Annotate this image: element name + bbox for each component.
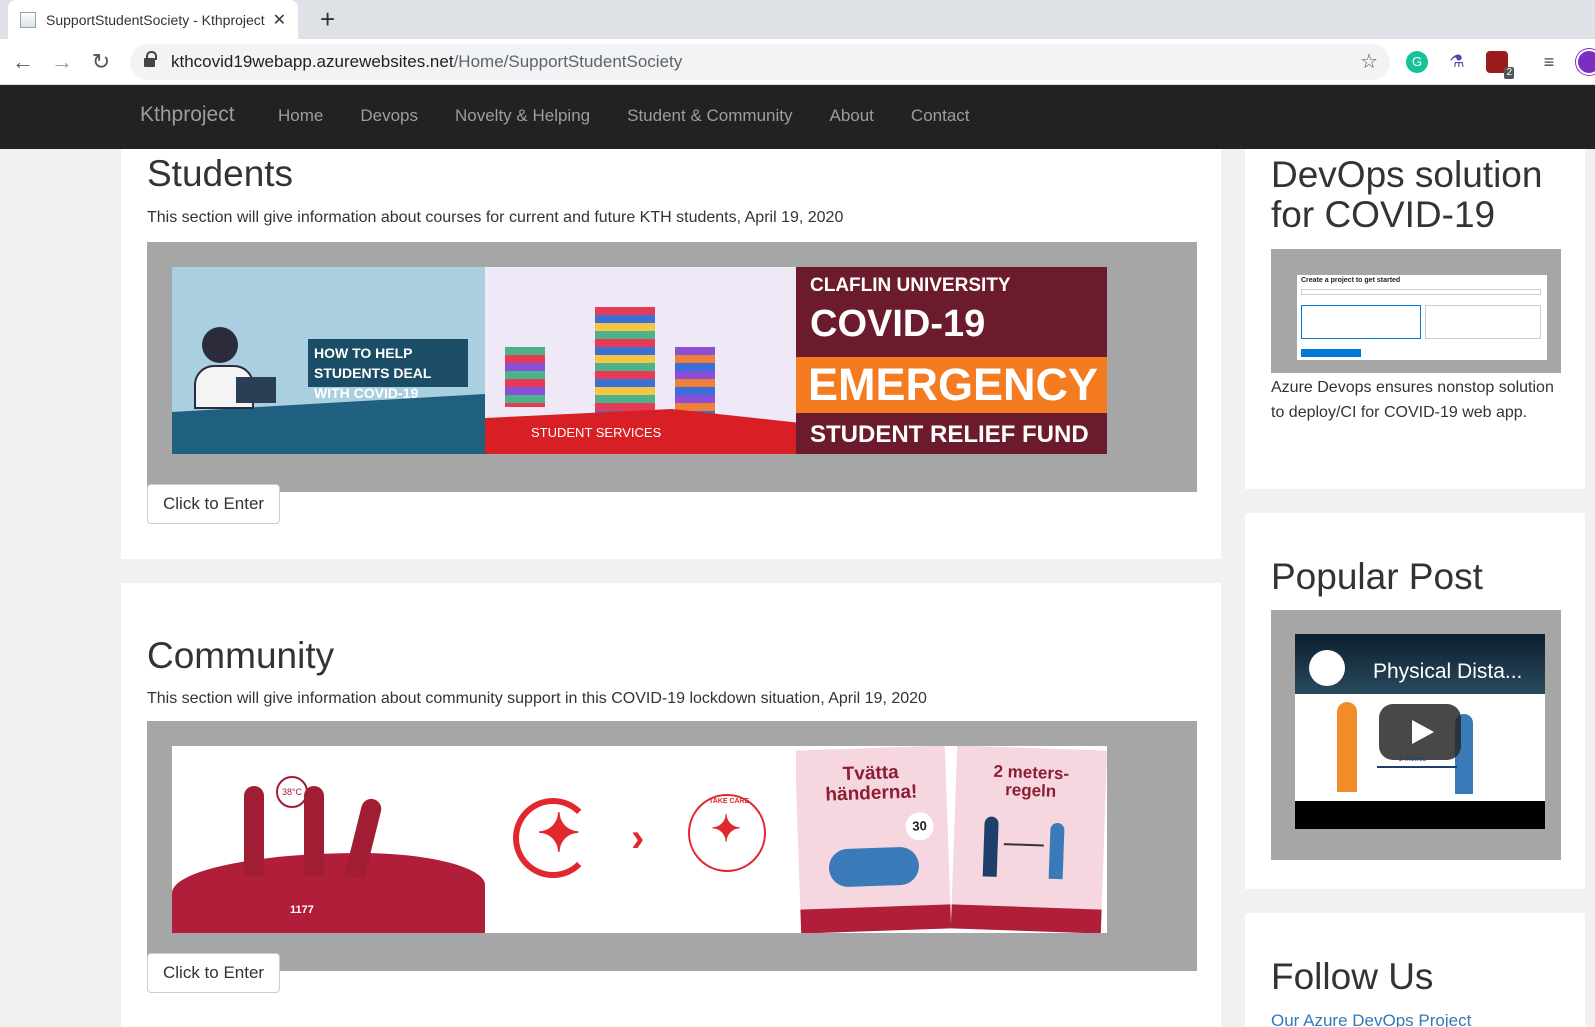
students-image-services-text: STUDENT SERVICES: [531, 425, 662, 440]
students-title: Students: [147, 153, 294, 194]
fever-bubble: 38°C: [276, 776, 308, 808]
new-tab-icon[interactable]: +: [320, 4, 335, 35]
extension-badge: 2: [1504, 67, 1514, 79]
page-favicon-icon: [20, 11, 36, 28]
relief-line4: STUDENT RELIEF FUND: [810, 421, 1089, 448]
lock-icon: [144, 51, 157, 68]
person-figure-left-icon: [1337, 702, 1357, 792]
community-image-posters[interactable]: Tvätta händerna! 30 2 meters-regeln: [796, 746, 1107, 933]
person-figure-icon: [244, 786, 264, 876]
video-title: Physical Dista...: [1373, 660, 1523, 683]
community-image-symptoms[interactable]: 38°C 1177: [172, 746, 485, 933]
nav-contact[interactable]: Contact: [911, 106, 970, 126]
relief-line3: EMERGENCY: [808, 359, 1099, 410]
nav-devops[interactable]: Devops: [360, 106, 418, 126]
nav-novelty-helping[interactable]: Novelty & Helping: [455, 106, 590, 126]
site-navbar: Kthproject Home Devops Novelty & Helping…: [0, 85, 1595, 149]
browser-toolbar: ← → ↻ kthcovid19webapp.azurewebsites.net…: [0, 39, 1595, 85]
community-enter-button[interactable]: Click to Enter: [147, 953, 281, 993]
person-left-icon: [982, 816, 999, 877]
students-image-relief-fund[interactable]: CLAFLIN UNIVERSITY COVID-19 EMERGENCY ST…: [796, 267, 1107, 454]
takecare-text: TAKE CARE: [709, 798, 750, 805]
students-panel: Students This section will give informat…: [121, 149, 1221, 559]
students-enter-button[interactable]: Click to Enter: [147, 484, 281, 524]
reading-list-icon[interactable]: ≡: [1538, 51, 1560, 73]
nav-links: Home Devops Novelty & Helping Student & …: [260, 106, 989, 126]
url-domain: kthcovid19webapp.azurewebsites.net: [171, 52, 454, 71]
community-image-takecare[interactable]: ✦ › TAKE CARE ✦: [485, 746, 796, 933]
url-path: /Home/SupportStudentSociety: [453, 52, 683, 71]
popular-post-title: Popular Post: [1271, 556, 1483, 597]
devops-screenshot[interactable]: Create a project to get started: [1297, 275, 1547, 360]
bookmark-star-icon[interactable]: ☆: [1360, 49, 1378, 74]
reload-icon[interactable]: ↻: [86, 47, 116, 77]
channel-avatar: [1309, 650, 1345, 686]
create-project-button-shot: [1301, 349, 1361, 357]
students-gallery: HOW TO HELP STUDENTS DEAL WITH COVID-19 …: [147, 242, 1197, 492]
community-gallery: 38°C 1177 ✦ › TAKE CARE ✦ Tvätta händern…: [147, 721, 1197, 971]
popular-post-widget: Popular Post Physical Dista... 2 metres: [1245, 513, 1585, 889]
flask-extension-icon[interactable]: ⚗: [1446, 51, 1468, 73]
relief-line1: CLAFLIN UNIVERSITY: [810, 275, 1011, 296]
tab-title: SupportStudentSociety - Kthproject: [46, 11, 265, 28]
relief-line2: COVID-19: [810, 303, 986, 345]
nav-about[interactable]: About: [829, 106, 873, 126]
devops-widget: DevOps solution for COVID-19 Create a pr…: [1245, 149, 1585, 489]
students-image-help[interactable]: HOW TO HELP STUDENTS DEAL WITH COVID-19: [172, 267, 485, 454]
play-button-icon[interactable]: [1379, 704, 1461, 760]
community-description: This section will give information about…: [147, 690, 927, 707]
student-figure-icon: [202, 327, 238, 363]
url-text: kthcovid19webapp.azurewebsites.net/Home/…: [171, 52, 682, 72]
distance-poster: 2 meters-regeln: [950, 746, 1107, 933]
arrow-right-icon: ›: [631, 816, 645, 860]
seconds-badge: 30: [905, 811, 935, 841]
grammarly-extension-icon[interactable]: G: [1406, 51, 1428, 73]
nav-home[interactable]: Home: [278, 106, 323, 126]
address-bar[interactable]: kthcovid19webapp.azurewebsites.net/Home/…: [130, 44, 1390, 80]
devops-title: DevOps solution for COVID-19: [1271, 154, 1543, 235]
devops-screenshot-frame: Create a project to get started: [1271, 249, 1561, 373]
handwash-poster: Tvätta händerna! 30: [796, 746, 952, 933]
handwash-text: Tvätta händerna!: [825, 762, 918, 806]
books-stack-icon: [595, 307, 655, 417]
profile-avatar[interactable]: [1576, 49, 1595, 75]
community-title: Community: [147, 635, 335, 676]
students-image-services[interactable]: STUDENT SERVICES: [485, 267, 796, 454]
video-distance-label: 2 metres: [1399, 756, 1427, 763]
forward-icon[interactable]: →: [47, 47, 77, 77]
video-frame: Physical Dista... 2 metres: [1271, 610, 1561, 860]
follow-us-widget: Follow Us Our Azure DevOps Project: [1245, 913, 1585, 1027]
students-image-help-text: HOW TO HELP STUDENTS DEAL WITH COVID-19: [308, 339, 468, 401]
brand-link[interactable]: Kthproject: [140, 103, 235, 127]
browser-tab[interactable]: SupportStudentSociety - Kthproject ✕: [8, 0, 298, 39]
shield-extension-icon[interactable]: 2: [1486, 51, 1514, 79]
community-panel: Community This section will give informa…: [121, 583, 1221, 1027]
hands-icon: [828, 846, 920, 888]
devops-screenshot-title: Create a project to get started: [1301, 277, 1401, 284]
laptop-icon: [236, 377, 276, 403]
browser-tab-bar: SupportStudentSociety - Kthproject ✕ +: [0, 0, 1595, 39]
nav-student-community[interactable]: Student & Community: [627, 106, 792, 126]
video-player[interactable]: Physical Dista... 2 metres: [1295, 634, 1545, 829]
close-tab-icon[interactable]: ✕: [273, 10, 286, 30]
devops-text: Azure Devops ensures nonstop solution to…: [1271, 379, 1554, 421]
students-description: This section will give information about…: [147, 209, 844, 226]
distance-text: 2 meters-regeln: [993, 761, 1070, 801]
community-image-symptoms-footer: 1177: [290, 904, 314, 916]
follow-us-title: Follow Us: [1271, 956, 1434, 997]
azure-devops-project-link[interactable]: Our Azure DevOps Project: [1271, 1011, 1471, 1027]
back-icon[interactable]: ←: [8, 47, 38, 77]
person-right-icon: [1048, 822, 1065, 880]
